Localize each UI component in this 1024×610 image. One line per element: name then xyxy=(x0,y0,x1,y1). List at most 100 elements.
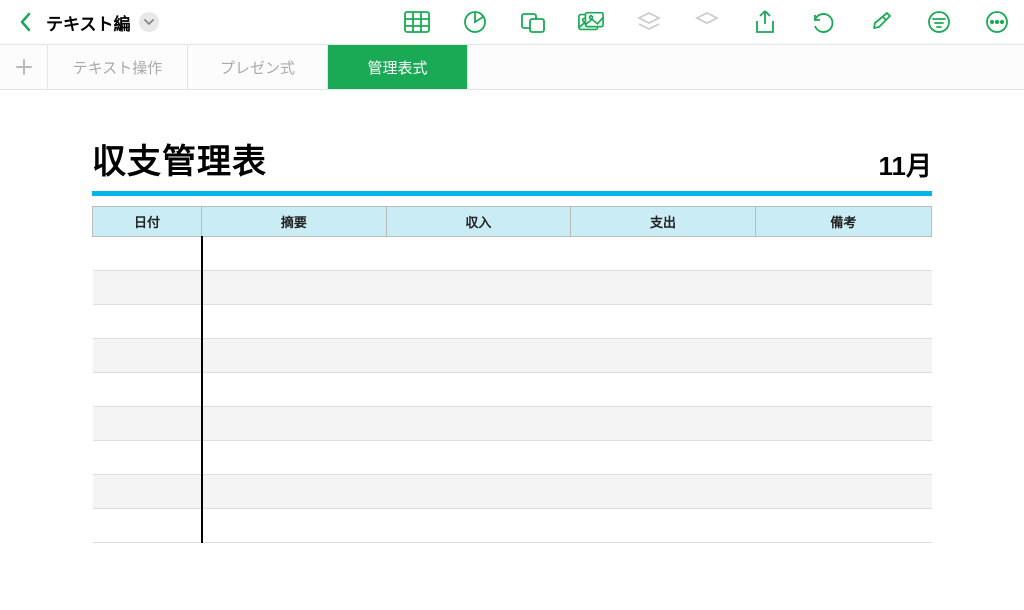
cell[interactable] xyxy=(93,237,202,271)
more-button[interactable] xyxy=(984,9,1010,35)
cell[interactable] xyxy=(571,373,756,407)
table-row[interactable] xyxy=(93,339,932,373)
cell[interactable] xyxy=(93,509,202,543)
cell[interactable] xyxy=(755,339,931,373)
cell[interactable] xyxy=(571,237,756,271)
cell[interactable] xyxy=(202,271,387,305)
sheet-tab[interactable]: プレゼン式 xyxy=(188,45,328,89)
filter-button[interactable] xyxy=(926,9,952,35)
cell[interactable] xyxy=(93,271,202,305)
cell[interactable] xyxy=(755,441,931,475)
cell[interactable] xyxy=(93,441,202,475)
back-button[interactable] xyxy=(14,10,38,34)
column-header[interactable]: 日付 xyxy=(93,207,202,237)
table-icon xyxy=(404,11,430,33)
filter-icon xyxy=(927,10,951,34)
cell[interactable] xyxy=(386,509,571,543)
cell[interactable] xyxy=(571,305,756,339)
spreadsheet-table[interactable]: 日付 摘要 収入 支出 備考 xyxy=(92,206,932,543)
cell[interactable] xyxy=(386,441,571,475)
table-row[interactable] xyxy=(93,373,932,407)
cell[interactable] xyxy=(202,475,387,509)
sheet-title[interactable]: 収支管理表 xyxy=(92,134,267,183)
cell[interactable] xyxy=(755,271,931,305)
title-row: 収支管理表 11月 xyxy=(92,134,932,183)
cell[interactable] xyxy=(386,305,571,339)
cell[interactable] xyxy=(202,407,387,441)
table-row[interactable] xyxy=(93,271,932,305)
cell[interactable] xyxy=(386,271,571,305)
image-icon xyxy=(578,11,604,33)
column-header[interactable]: 収入 xyxy=(386,207,571,237)
share-icon xyxy=(754,9,776,35)
column-header[interactable]: 備考 xyxy=(755,207,931,237)
format-brush-button[interactable] xyxy=(868,9,894,35)
share-button[interactable] xyxy=(752,9,778,35)
top-toolbar: テキスト編 xyxy=(0,0,1024,44)
cell[interactable] xyxy=(755,509,931,543)
sheet-tab[interactable]: テキスト操作 xyxy=(48,45,188,89)
topbar-right-group xyxy=(404,9,1010,35)
column-header[interactable]: 支出 xyxy=(571,207,756,237)
cell[interactable] xyxy=(571,475,756,509)
cell[interactable] xyxy=(755,475,931,509)
insert-chart-button[interactable] xyxy=(462,9,488,35)
shape-icon xyxy=(520,10,546,34)
brush-icon xyxy=(869,10,893,34)
cell[interactable] xyxy=(202,339,387,373)
cell[interactable] xyxy=(386,373,571,407)
column-header[interactable]: 摘要 xyxy=(202,207,387,237)
layer-back-icon xyxy=(695,11,719,33)
sheet-tab[interactable]: 管理表式 xyxy=(328,45,468,89)
accent-bar xyxy=(92,191,932,196)
table-row[interactable] xyxy=(93,441,932,475)
undo-icon xyxy=(811,10,835,34)
layer-back-button xyxy=(694,9,720,35)
cell[interactable] xyxy=(93,407,202,441)
document-title[interactable]: テキスト編 xyxy=(46,10,131,35)
cell[interactable] xyxy=(93,305,202,339)
add-sheet-button[interactable] xyxy=(0,45,48,89)
plus-icon xyxy=(14,57,34,77)
undo-button[interactable] xyxy=(810,9,836,35)
more-icon xyxy=(985,10,1009,34)
cell[interactable] xyxy=(755,373,931,407)
cell[interactable] xyxy=(571,509,756,543)
cell[interactable] xyxy=(93,339,202,373)
insert-shape-button[interactable] xyxy=(520,9,546,35)
cell[interactable] xyxy=(386,237,571,271)
insert-image-button[interactable] xyxy=(578,9,604,35)
cell[interactable] xyxy=(93,475,202,509)
topbar-left-group: テキスト編 xyxy=(14,10,159,35)
cell[interactable] xyxy=(202,441,387,475)
layer-forward-icon xyxy=(637,11,661,33)
month-label[interactable]: 11月 xyxy=(879,146,933,183)
table-header-row: 日付 摘要 収入 支出 備考 xyxy=(93,207,932,237)
cell[interactable] xyxy=(202,509,387,543)
cell[interactable] xyxy=(755,237,931,271)
table-row[interactable] xyxy=(93,305,932,339)
cell[interactable] xyxy=(571,339,756,373)
cell[interactable] xyxy=(386,407,571,441)
cell[interactable] xyxy=(202,373,387,407)
chevron-down-icon xyxy=(144,18,154,26)
cell[interactable] xyxy=(571,407,756,441)
layer-forward-button xyxy=(636,9,662,35)
cell[interactable] xyxy=(202,237,387,271)
table-row[interactable] xyxy=(93,237,932,271)
title-dropdown-button[interactable] xyxy=(139,12,159,32)
sheet-tabs-bar: テキスト操作プレゼン式管理表式 xyxy=(0,44,1024,90)
cell[interactable] xyxy=(386,475,571,509)
cell[interactable] xyxy=(755,407,931,441)
chart-icon xyxy=(463,10,487,34)
cell[interactable] xyxy=(202,305,387,339)
table-row[interactable] xyxy=(93,509,932,543)
cell[interactable] xyxy=(386,339,571,373)
cell[interactable] xyxy=(571,271,756,305)
cell[interactable] xyxy=(93,373,202,407)
cell[interactable] xyxy=(571,441,756,475)
table-row[interactable] xyxy=(93,475,932,509)
cell[interactable] xyxy=(755,305,931,339)
insert-table-button[interactable] xyxy=(404,9,430,35)
table-row[interactable] xyxy=(93,407,932,441)
